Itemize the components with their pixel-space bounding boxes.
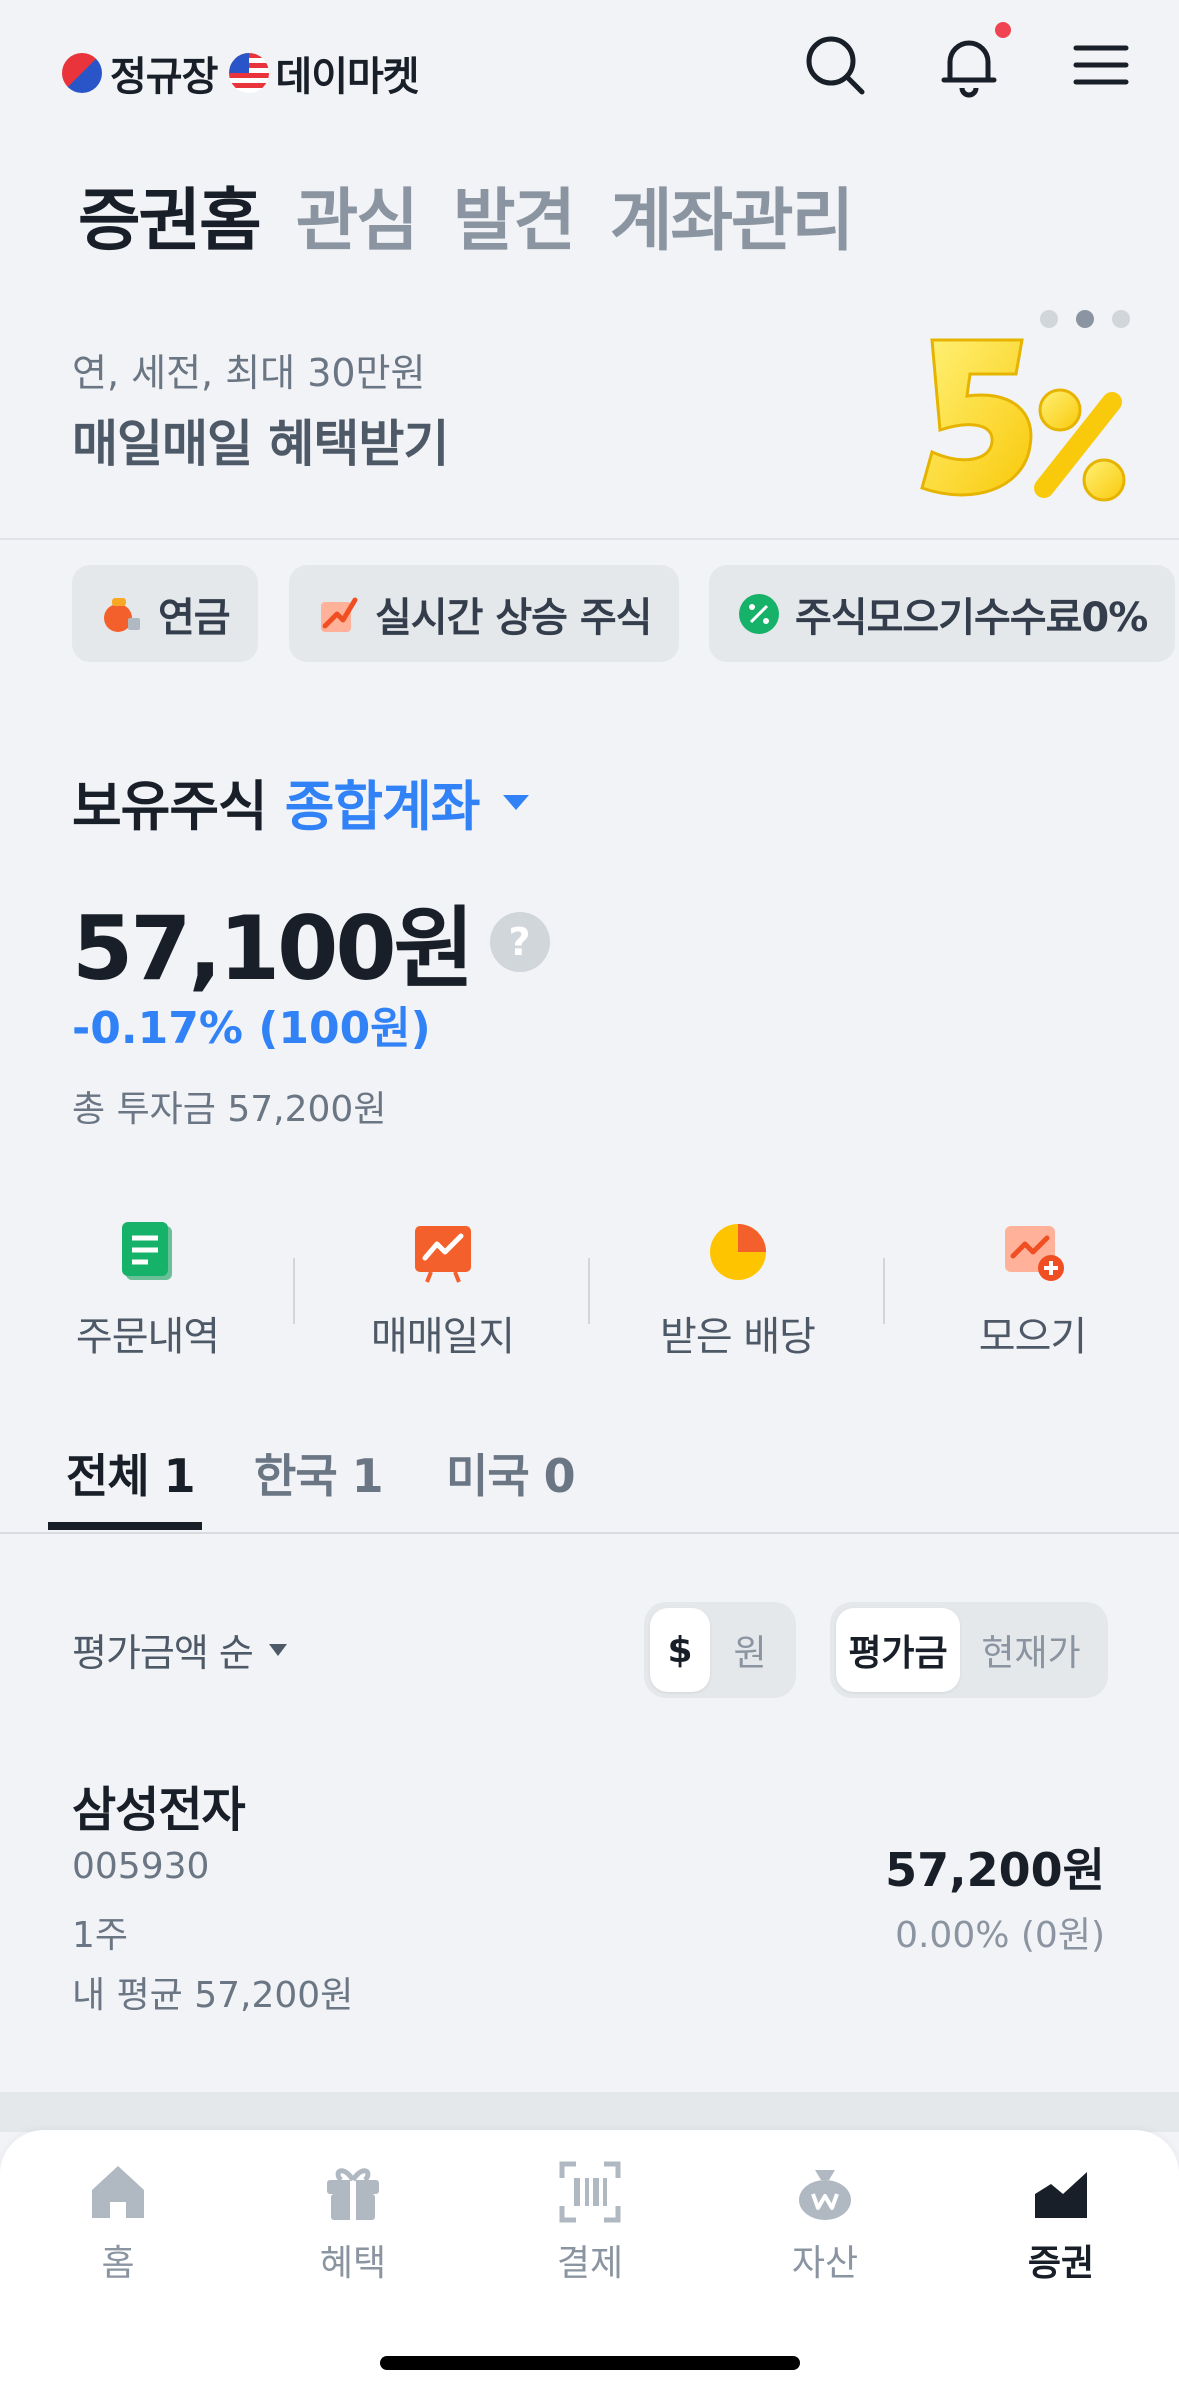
nav-home[interactable]: 홈	[18, 2160, 218, 2286]
nav-payment[interactable]: 결제	[490, 2160, 690, 2286]
dividend-pie-icon	[709, 1224, 766, 1280]
menu-icon[interactable]	[1066, 30, 1136, 100]
barcode-scan-icon	[559, 2161, 621, 2223]
tab-stock-home[interactable]: 증권홈	[78, 165, 262, 264]
holdings-total-value: 57,100원	[72, 897, 475, 1000]
nav-label: 증권	[1027, 2243, 1095, 2284]
caret-down-icon[interactable]	[501, 792, 531, 812]
five-percent-badge-icon	[920, 338, 1126, 502]
sort-dropdown[interactable]: 평가금액 순	[72, 1622, 289, 1677]
stock-value: 57,200원	[885, 1843, 1105, 1897]
region-tabs: 전체 1 한국 1 미국 0	[0, 1430, 1179, 1534]
tab-account-management[interactable]: 계좌관리	[610, 165, 854, 264]
us-flag-icon	[229, 53, 270, 93]
chip-label: 주식모으기수수료0%	[795, 594, 1148, 641]
banner-title: 매일매일 혜택받기	[72, 415, 449, 473]
currency-toggle: $ 원	[644, 1602, 796, 1698]
view-toggle: 평가금 현재가	[830, 1602, 1108, 1698]
home-indicator	[380, 2356, 800, 2370]
section-divider	[0, 538, 1179, 540]
gift-icon	[327, 2168, 379, 2220]
quick-action-label: 매매일지	[370, 1314, 515, 1360]
holdings-header: 보유주식 종합계좌	[72, 762, 531, 841]
pager-dot	[1112, 310, 1130, 328]
nav-label: 혜택	[319, 2243, 387, 2284]
search-icon[interactable]	[800, 30, 870, 100]
home-icon	[92, 2166, 144, 2218]
holdings-change: -0.17% (100원)	[72, 1003, 431, 1054]
chip-label: 연금	[158, 594, 231, 641]
stock-name: 삼성전자	[72, 1782, 246, 1838]
nav-assets[interactable]: 자산	[725, 2160, 925, 2286]
tab-discover[interactable]: 발견	[453, 165, 576, 264]
section-gap	[0, 2092, 1179, 2132]
top-bar: 정규장 데이마켓	[0, 0, 1179, 140]
brand-regular-market-label: 정규장	[110, 54, 218, 100]
holdings-title: 보유주식	[72, 775, 268, 838]
active-tab-indicator	[48, 1522, 202, 1530]
stock-quantity: 1주	[72, 1915, 129, 1956]
trade-journal-icon	[414, 1226, 471, 1283]
trend-up-icon	[321, 597, 358, 632]
nav-benefits[interactable]: 혜택	[253, 2160, 453, 2286]
help-icon[interactable]: ?	[489, 911, 550, 972]
chip-label: 실시간 상승 주식	[375, 594, 652, 641]
sort-label: 평가금액 순	[72, 1631, 254, 1675]
quick-action-dividends[interactable]: 받은 배당	[590, 1220, 885, 1362]
nav-label: 결제	[556, 2243, 624, 2284]
quick-action-label: 받은 배당	[660, 1314, 816, 1360]
order-history-icon	[121, 1222, 172, 1280]
banner-pager	[1040, 310, 1130, 328]
quick-action-trade-journal[interactable]: 매매일지	[295, 1220, 590, 1362]
money-bag-icon	[799, 2170, 851, 2220]
percent-icon	[739, 593, 779, 634]
quick-action-order-history[interactable]: 주문내역	[0, 1220, 295, 1362]
pension-icon	[104, 597, 140, 632]
pager-dot-active	[1076, 310, 1094, 328]
stock-change: 0.00% (0원)	[895, 1915, 1105, 1956]
market-hours-brand[interactable]: 정규장 데이마켓	[62, 44, 420, 102]
accumulate-icon	[1004, 1226, 1064, 1281]
caret-down-icon	[268, 1643, 287, 1656]
quick-action-label: 모으기	[978, 1314, 1087, 1360]
nav-securities[interactable]: 증권	[961, 2160, 1161, 2286]
stock-code: 005930	[72, 1846, 210, 1887]
bell-icon[interactable]	[934, 30, 1004, 100]
banner-subtitle: 연, 세전, 최대 30만원	[72, 351, 426, 395]
stock-chart-icon	[1035, 2172, 1087, 2218]
chip-pension[interactable]: 연금	[72, 565, 258, 662]
chip-zero-fee[interactable]: 주식모으기수수료0%	[709, 565, 1176, 662]
holdings-amount-row: 57,100원 ?	[72, 878, 550, 1005]
quick-action-accumulate[interactable]: 모으기	[885, 1220, 1179, 1362]
currency-usd-option[interactable]: $	[650, 1608, 710, 1692]
stock-average-price: 내 평균 57,200원	[72, 1975, 354, 2016]
tab-all[interactable]: 전체 1	[66, 1440, 196, 1506]
korea-flag-icon	[62, 53, 102, 93]
pager-dot	[1040, 310, 1058, 328]
quick-action-label: 주문내역	[75, 1314, 220, 1360]
nav-label: 자산	[791, 2243, 859, 2284]
chip-realtime-rising[interactable]: 실시간 상승 주식	[289, 565, 680, 662]
currency-krw-option[interactable]: 원	[710, 1608, 790, 1692]
total-invested: 총 투자금 57,200원	[72, 1089, 387, 1130]
nav-label: 홈	[101, 2243, 135, 2284]
notification-dot	[995, 22, 1011, 38]
brand-day-market-label: 데이마켓	[275, 54, 419, 100]
tab-us[interactable]: 미국 0	[446, 1440, 576, 1506]
tab-korea[interactable]: 한국 1	[254, 1440, 384, 1506]
account-selector[interactable]: 종합계좌	[285, 762, 481, 841]
view-valuation-option[interactable]: 평가금	[836, 1608, 960, 1692]
main-tabs: 증권홈 관심 발견 계좌관리	[78, 165, 854, 264]
view-current-price-option[interactable]: 현재가	[960, 1608, 1102, 1692]
tab-watchlist[interactable]: 관심	[296, 165, 419, 264]
